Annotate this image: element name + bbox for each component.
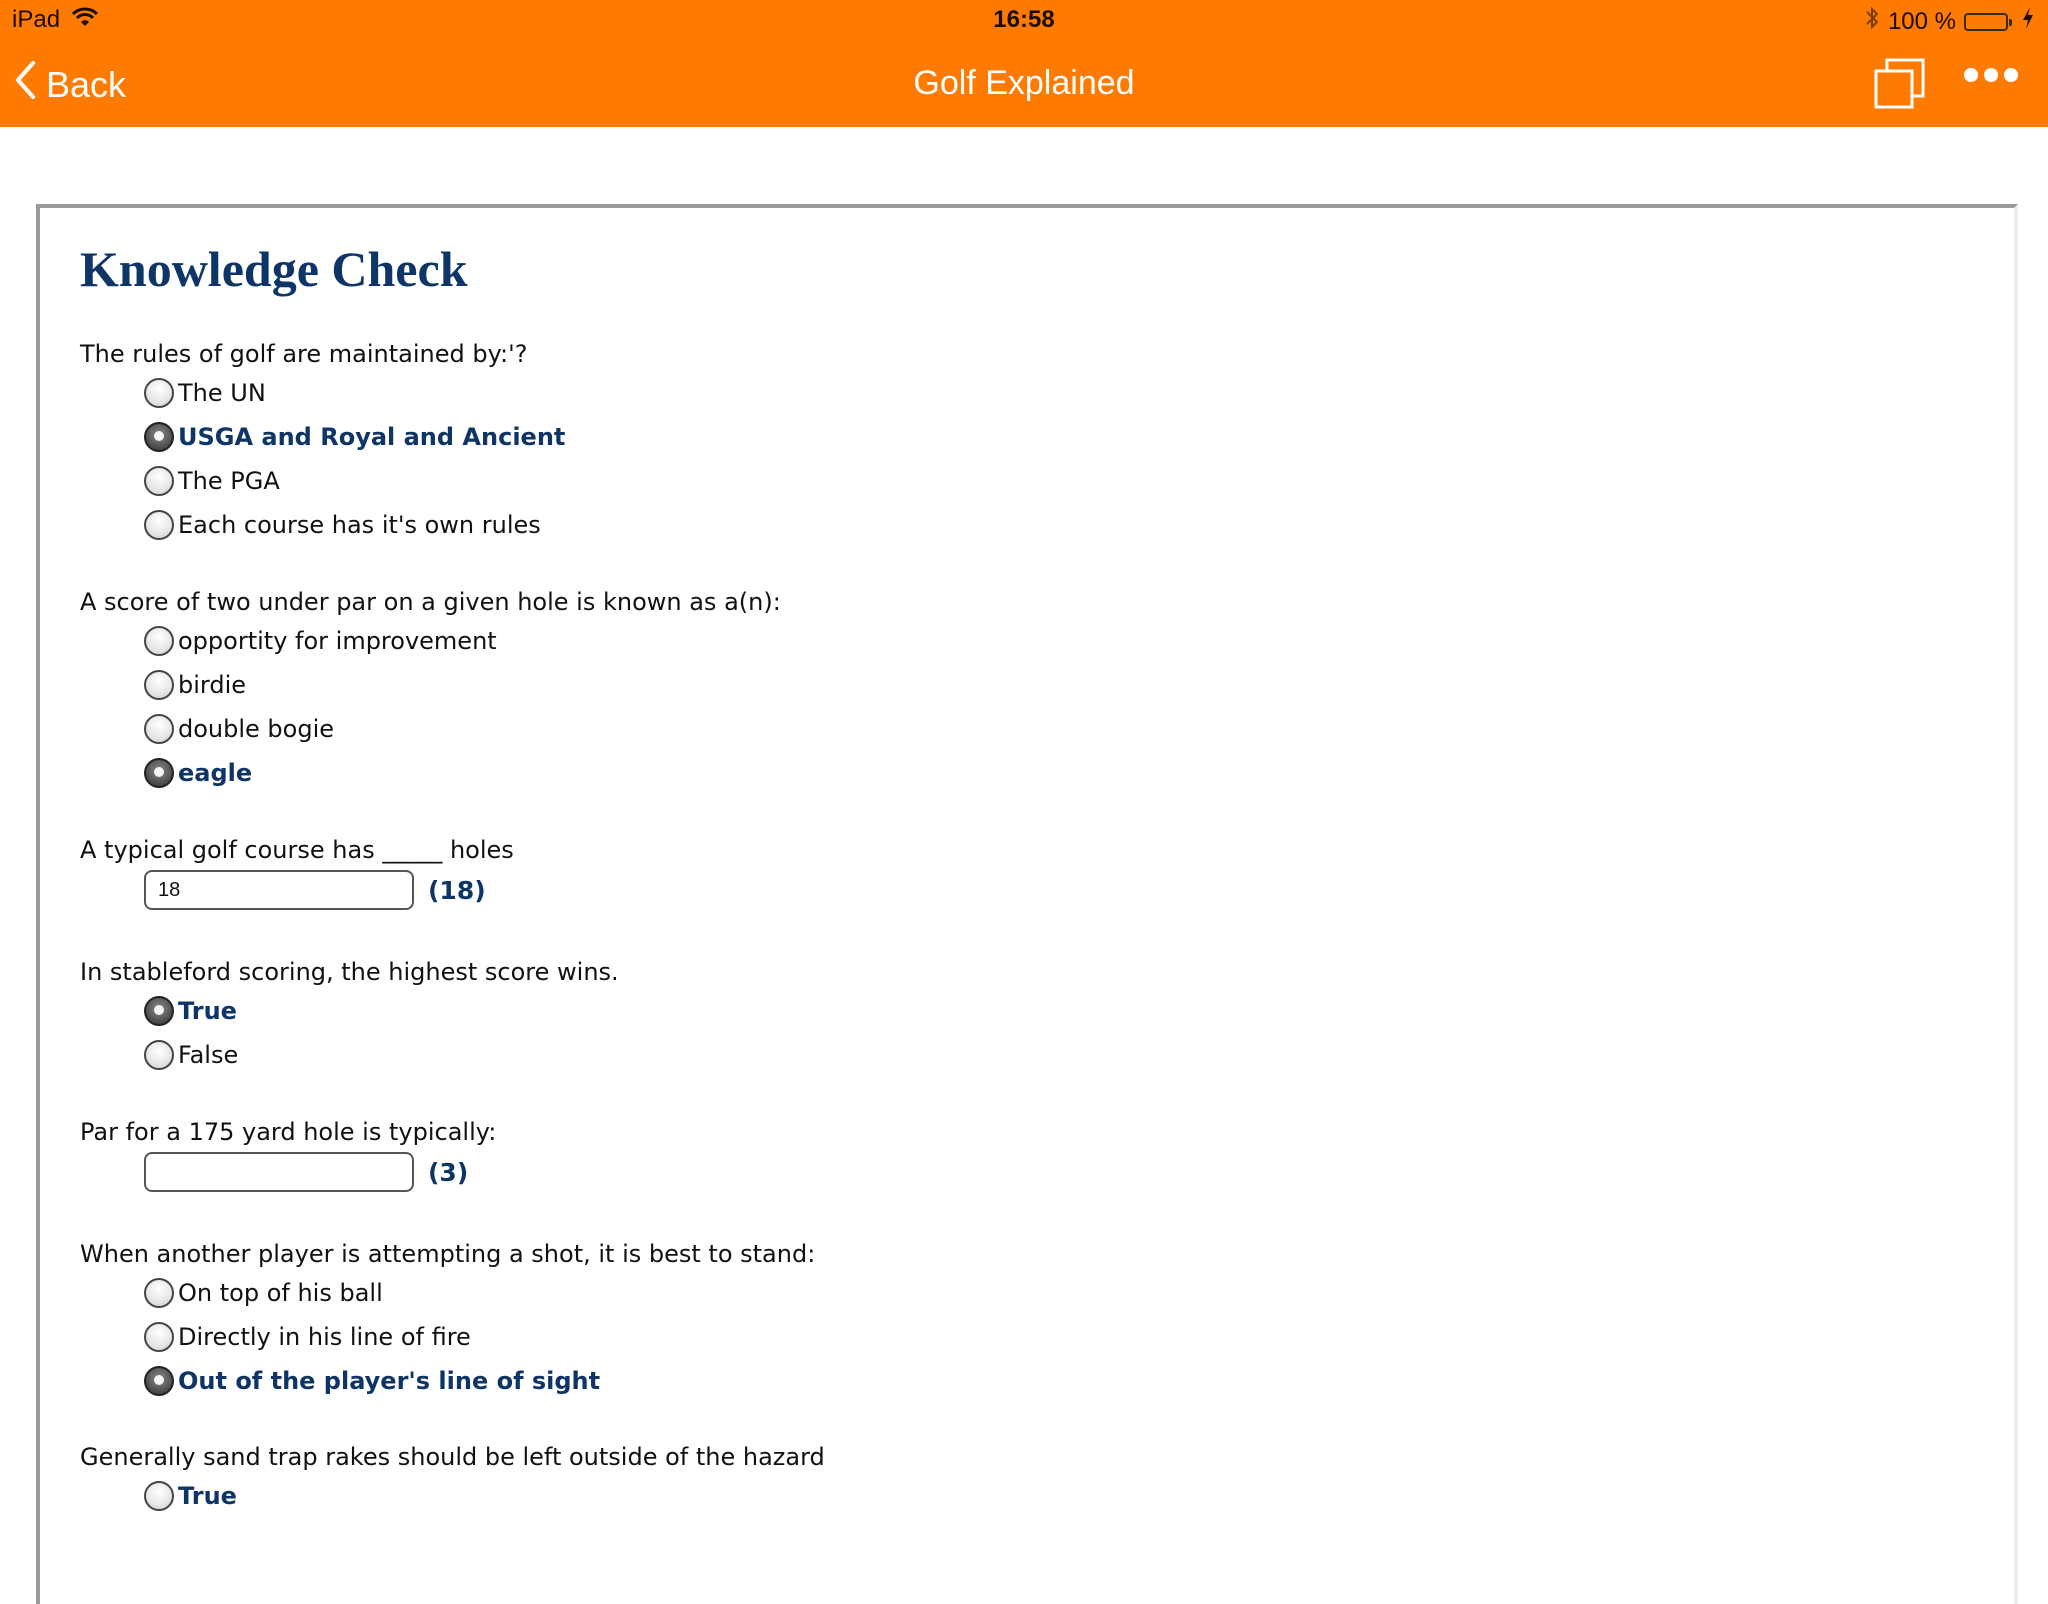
radio-button[interactable] [144, 1278, 174, 1308]
par-input[interactable] [144, 1152, 414, 1192]
question-text: When another player is attempting a shot… [80, 1240, 816, 1268]
more-icon-dot [1984, 68, 1998, 82]
question-text: A score of two under par on a given hole… [80, 588, 781, 616]
option-line-of-fire[interactable]: Directly in his line of fire [144, 1322, 471, 1352]
nav-title: Golf Explained [913, 64, 1135, 102]
fill-answer-row: (3) [144, 1152, 468, 1192]
radio-button[interactable] [144, 1322, 174, 1352]
option-label: opportity for improvement [178, 627, 497, 655]
option-each-course[interactable]: Each course has it's own rules [144, 510, 541, 540]
option-birdie[interactable]: birdie [144, 670, 246, 700]
status-bar: iPad 16:58 100 % [0, 0, 2048, 40]
fill-answer-row: (18) [144, 870, 486, 910]
radio-button-selected[interactable] [144, 422, 174, 452]
option-true[interactable]: True [144, 996, 237, 1026]
more-icon-dot [2004, 68, 2018, 82]
copy-button[interactable] [1874, 58, 1926, 110]
bluetooth-icon [1864, 6, 1880, 37]
option-label: The PGA [178, 467, 280, 495]
more-button[interactable] [1964, 68, 2018, 82]
question-text: In stableford scoring, the highest score… [80, 958, 619, 986]
option-label: USGA and Royal and Ancient [178, 423, 566, 451]
question-text: The rules of golf are maintained by:'? [80, 340, 528, 368]
battery-percent: 100 % [1887, 7, 1956, 35]
option-label: False [178, 1041, 239, 1069]
nav-bar: Back Golf Explained [0, 40, 2048, 127]
option-label: On top of his ball [178, 1279, 383, 1307]
option-label: True [178, 997, 237, 1025]
option-label: eagle [178, 759, 253, 787]
radio-button[interactable] [144, 510, 174, 540]
option-out-of-sight[interactable]: Out of the player's line of sight [144, 1366, 600, 1396]
clock: 16:58 [993, 6, 1055, 33]
option-label: double bogie [178, 715, 335, 743]
radio-button-selected[interactable] [144, 996, 174, 1026]
option-the-un[interactable]: The UN [144, 378, 266, 408]
page-title: Knowledge Check [80, 241, 468, 297]
radio-button[interactable] [144, 626, 174, 656]
option-usga[interactable]: USGA and Royal and Ancient [144, 422, 565, 452]
radio-button[interactable] [144, 466, 174, 496]
radio-button-selected[interactable] [144, 1366, 174, 1396]
correct-answer: (3) [428, 1157, 469, 1187]
option-label: Directly in his line of fire [178, 1323, 471, 1351]
radio-button[interactable] [144, 670, 174, 700]
radio-button[interactable] [144, 378, 174, 408]
charging-icon [2022, 7, 2034, 36]
option-opportunity[interactable]: opportity for improvement [144, 626, 497, 656]
option-label: True [178, 1482, 237, 1510]
option-label: birdie [178, 671, 247, 699]
radio-button[interactable] [144, 1481, 174, 1511]
radio-button-selected[interactable] [144, 758, 174, 788]
option-false[interactable]: False [144, 1040, 238, 1070]
radio-button[interactable] [144, 1040, 174, 1070]
option-label: Out of the player's line of sight [178, 1367, 601, 1395]
question-text: Par for a 175 yard hole is typically: [80, 1118, 497, 1146]
option-label: The UN [178, 379, 266, 407]
correct-answer: (18) [428, 875, 486, 905]
option-label: Each course has it's own rules [178, 511, 541, 539]
radio-button[interactable] [144, 714, 174, 744]
option-eagle[interactable]: eagle [144, 758, 252, 788]
question-text: A typical golf course has _____ holes [80, 836, 514, 864]
option-on-top-of-ball[interactable]: On top of his ball [144, 1278, 383, 1308]
app-header: iPad 16:58 100 % Back Golf Explained [0, 0, 2048, 127]
option-double-bogie[interactable]: double bogie [144, 714, 334, 744]
more-icon-dot [1964, 68, 1978, 82]
holes-input[interactable] [144, 870, 414, 910]
option-true[interactable]: True [144, 1481, 237, 1511]
battery-icon [1964, 12, 2012, 31]
option-the-pga[interactable]: The PGA [144, 466, 280, 496]
question-text: Generally sand trap rakes should be left… [80, 1443, 825, 1471]
copy-icon [1874, 58, 1926, 114]
